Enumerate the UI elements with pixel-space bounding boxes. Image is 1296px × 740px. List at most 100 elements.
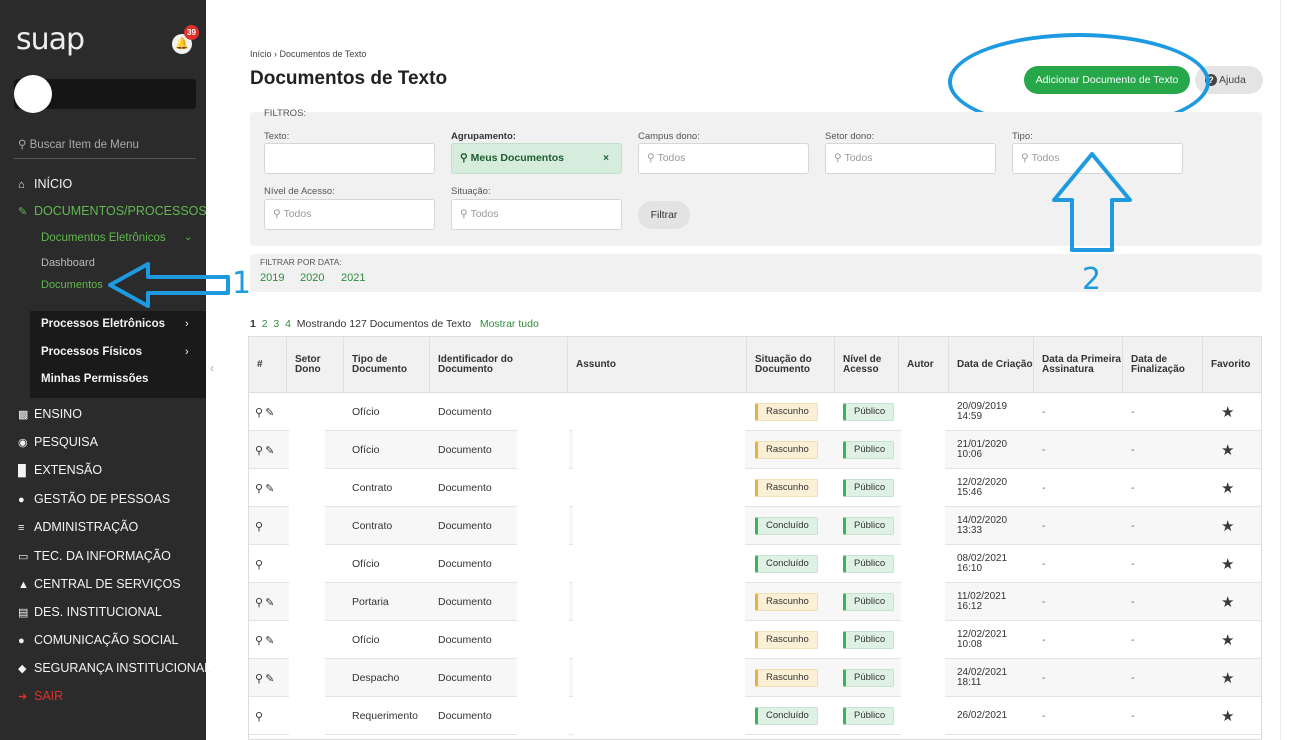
campus-select[interactable]: ⚲ Todos — [638, 143, 809, 174]
nav-gestao-pessoas[interactable]: ● GESTÃO DE PESSOAS — [18, 492, 170, 506]
nav-comunicacao-social[interactable]: ● COMUNICAÇÃO SOCIAL — [18, 633, 178, 647]
edit-icon[interactable]: ✎ — [265, 482, 276, 495]
nivel-select[interactable]: ⚲ Todos — [264, 199, 435, 230]
year-2021[interactable]: 2021 — [341, 272, 365, 284]
date-filter: FILTRAR POR DATA: 2019 2020 2021 — [250, 254, 1262, 292]
star-icon[interactable]: ★ — [1203, 697, 1261, 735]
year-2020[interactable]: 2020 — [300, 272, 324, 284]
col-assunto[interactable]: Assunto — [568, 337, 747, 393]
documents-table: # Setor Dono Tipo de Documento Identific… — [248, 336, 1262, 740]
view-icon[interactable]: ⚲ — [255, 596, 265, 609]
col-nivel[interactable]: Nível de Acesso — [835, 337, 899, 393]
nav-des-institucional[interactable]: ▤ DES. INSTITUCIONAL — [18, 605, 162, 619]
cell-tipo: Ofício — [352, 558, 380, 570]
col-autor[interactable]: Autor — [899, 337, 949, 393]
filters-section-label: FILTROS: — [264, 108, 307, 119]
nav-documentos-processos[interactable]: ✎ DOCUMENTOS/PROCESSOS — [18, 204, 207, 218]
submenu-documentos-eletronicos[interactable]: Documentos Eletrônicos — [41, 232, 166, 244]
table-row[interactable]: ⚲ ✎ Despacho Documento Rascunho Público 24/02/… — [249, 659, 1261, 697]
menu-search[interactable]: ⚲ Buscar Item de Menu — [18, 137, 139, 151]
table-row[interactable]: ⚲ ✎ Ofício Documento Rascunho Público 21/01/20… — [249, 431, 1261, 469]
page-2[interactable]: 2 — [262, 318, 268, 330]
breadcrumb-inicio[interactable]: Início — [250, 49, 272, 59]
agrupamento-select[interactable]: ⚲ Meus Documentos × — [451, 143, 622, 174]
chevron-right-icon: › — [185, 318, 189, 330]
submenu-dashboard[interactable]: Dashboard — [41, 257, 95, 269]
edit-icon[interactable]: ✎ — [265, 672, 276, 685]
chevron-down-icon: ⌄ — [184, 232, 193, 243]
documents-icon: ✎ — [18, 206, 28, 218]
setor-select[interactable]: ⚲ Todos — [825, 143, 996, 174]
star-icon[interactable]: ★ — [1203, 469, 1261, 507]
cell-tipo: Ofício — [352, 634, 380, 646]
chat-icon: ● — [18, 635, 25, 647]
clear-icon[interactable]: × — [603, 144, 609, 173]
star-icon[interactable]: ★ — [1203, 393, 1261, 431]
edit-icon[interactable]: ✎ — [265, 406, 276, 419]
table-row[interactable]: ⚲ Requerimento Documento Concluído Público 26… — [249, 697, 1261, 735]
view-icon[interactable]: ⚲ — [255, 710, 265, 723]
star-icon[interactable]: ★ — [1203, 583, 1261, 621]
suap-logo[interactable]: suap — [16, 22, 85, 57]
cell-nivel: Público — [835, 469, 899, 507]
table-row[interactable]: ⚲ Ofício Documento Concluído Público 08/02/20… — [249, 545, 1261, 583]
col-data-assinatura[interactable]: Data da Primeira Assinatura — [1034, 337, 1123, 393]
view-icon[interactable]: ⚲ — [255, 520, 265, 533]
view-icon[interactable]: ⚲ — [255, 482, 265, 495]
view-icon[interactable]: ⚲ — [255, 558, 265, 571]
view-icon[interactable]: ⚲ — [255, 672, 265, 685]
filter-button[interactable]: Filtrar — [638, 201, 690, 229]
col-identificador[interactable]: Identificador do Documento — [430, 337, 568, 393]
col-data-criacao[interactable]: Data de Criação — [949, 337, 1034, 393]
nav-tec-informacao[interactable]: ▭ TEC. DA INFORMAÇÃO — [18, 549, 171, 563]
table-row[interactable]: ⚲ ✎ Ofício Documento Rascunho Público 20/09/20… — [249, 393, 1261, 431]
submenu-processos-fisicos[interactable]: Processos Físicos — [41, 346, 142, 358]
table-row[interactable]: ⚲ Contrato Documento Concluído Público 14/02/… — [249, 507, 1261, 545]
texto-input[interactable] — [264, 143, 435, 174]
cell-tipo: Contrato — [352, 482, 393, 494]
col-data-finalizacao[interactable]: Data de Finalização — [1123, 337, 1203, 393]
row-actions: ⚲ ✎ — [249, 469, 287, 507]
submenu-documentos[interactable]: Documentos — [41, 279, 103, 291]
star-icon[interactable]: ★ — [1203, 507, 1261, 545]
view-icon[interactable]: ⚲ — [255, 444, 265, 457]
page-4[interactable]: 4 — [285, 318, 291, 330]
view-icon[interactable]: ⚲ — [255, 406, 265, 419]
star-icon[interactable]: ★ — [1203, 431, 1261, 469]
nav-pesquisa[interactable]: ◉ PESQUISA — [18, 435, 98, 449]
people-icon: ● — [18, 494, 25, 506]
cell-tipo: Requerimento — [352, 710, 418, 722]
submenu-processos-eletronicos[interactable]: Processos Eletrônicos — [41, 318, 165, 330]
col-setor[interactable]: Setor Dono — [287, 337, 344, 393]
star-icon[interactable]: ★ — [1203, 545, 1261, 583]
situacao-select[interactable]: ⚲ Todos — [451, 199, 622, 230]
view-icon[interactable]: ⚲ — [255, 634, 265, 647]
nav-ensino[interactable]: ▩ ENSINO — [18, 407, 82, 421]
submenu-minhas-permissoes[interactable]: Minhas Permissões — [41, 373, 148, 385]
table-row[interactable]: ⚲ ✎ Ofício Documento Rascunho Público 12/02/20… — [249, 621, 1261, 659]
edit-icon[interactable]: ✎ — [265, 596, 276, 609]
page-3[interactable]: 3 — [273, 318, 279, 330]
nav-administracao[interactable]: ≡ ADMINISTRAÇÃO — [18, 520, 138, 534]
sidebar-collapse-toggle[interactable]: ‹ — [206, 340, 218, 396]
col-situacao[interactable]: Situação do Documento — [747, 337, 835, 393]
edit-icon[interactable]: ✎ — [265, 444, 276, 457]
star-icon[interactable]: ★ — [1203, 659, 1261, 697]
nav-extensao[interactable]: █ EXTENSÃO — [18, 463, 102, 477]
table-row[interactable]: ⚲ ✎ Portaria Documento Rascunho Público 11/02/… — [249, 583, 1261, 621]
show-all-link[interactable]: Mostrar tudo — [480, 318, 539, 330]
row-actions: ⚲ ✎ — [249, 393, 287, 431]
avatar[interactable] — [14, 75, 52, 113]
cell-situacao: Rascunho — [747, 469, 835, 507]
home-icon: ⌂ — [18, 179, 25, 191]
nav-central-servicos[interactable]: ▲ CENTRAL DE SERVIÇOS — [18, 577, 181, 591]
col-tipo[interactable]: Tipo de Documento — [344, 337, 430, 393]
nav-seguranca-institucional[interactable]: ◆ SEGURANÇA INSTITUCIONAL — [18, 661, 211, 675]
col-favorito[interactable]: Favorito — [1203, 337, 1261, 393]
nav-sair[interactable]: ➜ SAIR — [18, 689, 63, 703]
table-row[interactable]: ⚲ ✎ Contrato Documento Rascunho Público 12/02/… — [249, 469, 1261, 507]
edit-icon[interactable]: ✎ — [265, 634, 276, 647]
star-icon[interactable]: ★ — [1203, 621, 1261, 659]
page-1[interactable]: 1 — [250, 318, 256, 330]
nav-inicio[interactable]: ⌂ INÍCIO — [18, 177, 72, 191]
